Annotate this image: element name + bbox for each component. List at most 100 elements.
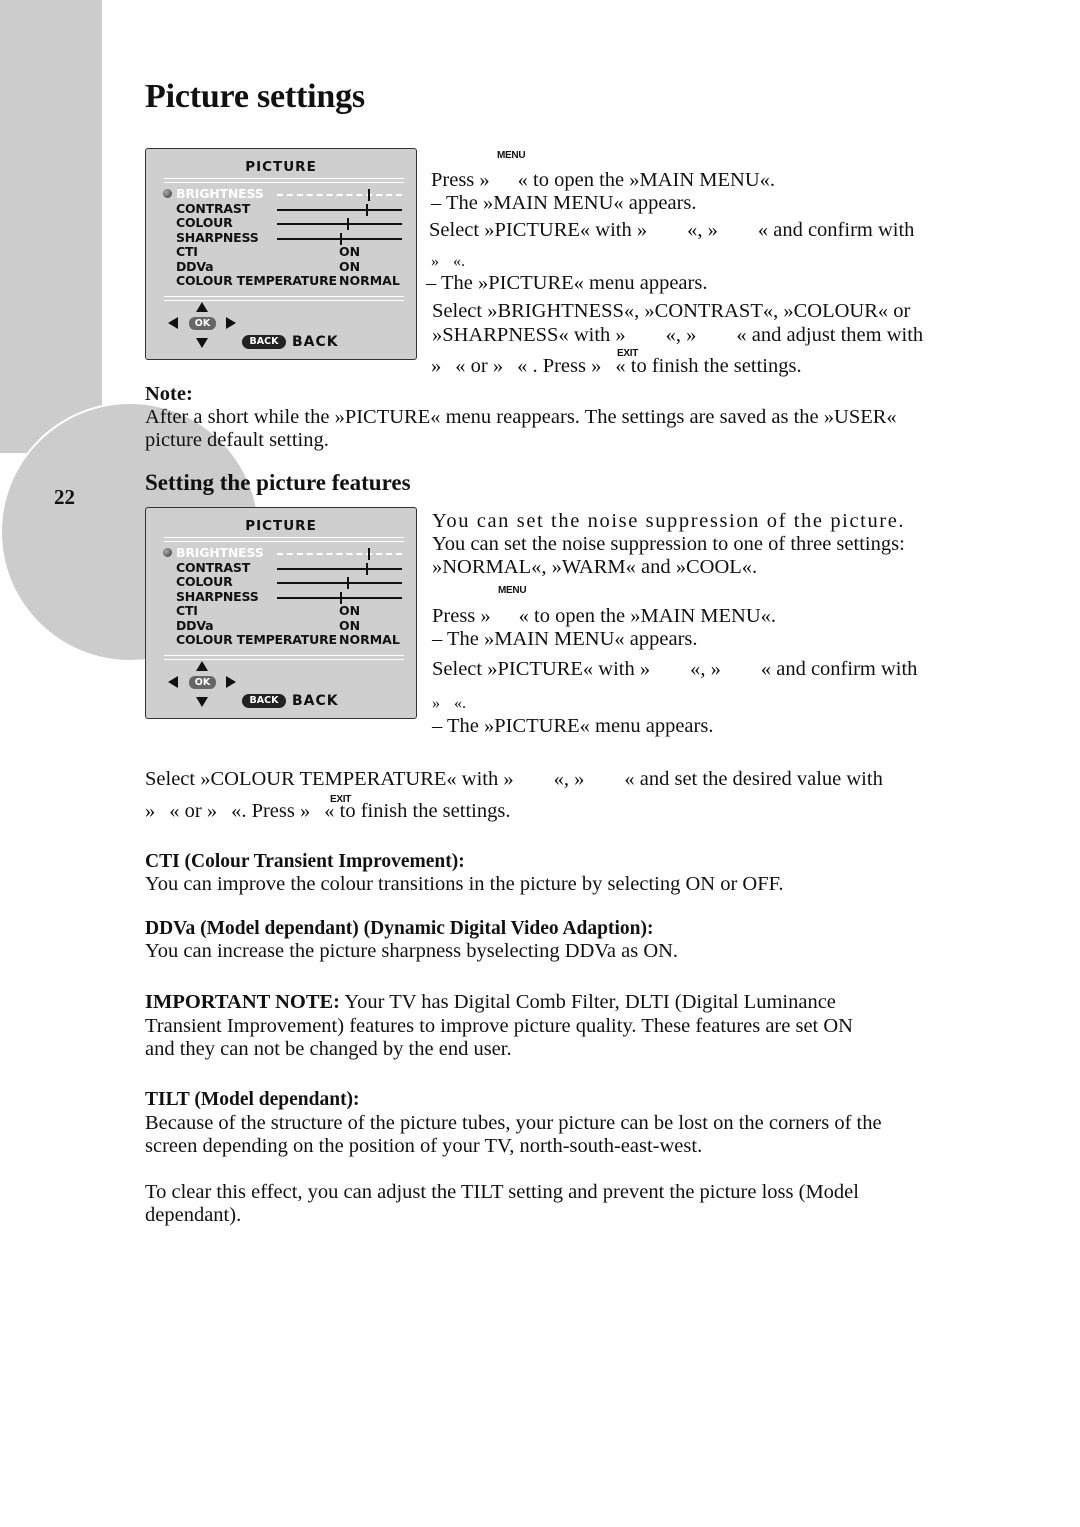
selection-bullet-icon: [163, 548, 172, 557]
arrow-down-icon: [196, 697, 208, 707]
text: «, »: [687, 219, 718, 241]
important-note-line: IMPORTANT NOTE: Your TV has Digital Comb…: [145, 991, 836, 1014]
osd-item-label: SHARPNESS: [176, 588, 259, 604]
osd-slider: [277, 548, 402, 560]
osd-item-label: DDVa: [176, 617, 214, 633]
osd-item-label: COLOUR TEMPERATURE: [176, 632, 337, 647]
cti-heading: CTI (Colour Transient Improvement):: [145, 851, 465, 872]
text: »: [145, 800, 156, 822]
osd-item-value: NORMAL: [339, 273, 400, 288]
text: »: [431, 253, 439, 270]
arrow-down-icon: [196, 338, 208, 348]
osd-slider-knob: [368, 548, 371, 560]
back-label: BACK: [292, 693, 339, 709]
text: « . Press »: [517, 355, 602, 377]
text: »: [431, 355, 442, 377]
tilt-heading: TILT (Model dependant):: [145, 1089, 360, 1110]
important-note-label: IMPORTANT NOTE:: [145, 991, 340, 1013]
osd-slider: [277, 562, 402, 575]
osd-item-value: ON: [339, 603, 361, 618]
osd-slider-knob: [347, 218, 349, 230]
osd-slider-knob: [339, 591, 342, 604]
ok-button-icon: OK: [189, 676, 216, 689]
osd-item-label: BRIGHTNESS: [176, 545, 264, 560]
arrow-right-icon: [226, 317, 236, 329]
osd-item-label: BRIGHTNESS: [176, 186, 264, 201]
text: « to open the »MAIN MENU«.: [518, 605, 777, 627]
text: «.: [454, 695, 466, 712]
instruction-line: Select »BRIGHTNESS«, »CONTRAST«, »COLOUR…: [432, 300, 911, 322]
arrow-up-icon: [196, 302, 208, 312]
osd-slider: [277, 591, 402, 604]
osd-title: PICTURE: [245, 159, 317, 175]
arrow-up-icon: [196, 661, 208, 671]
osd-item-label: COLOUR TEMPERATURE: [176, 273, 337, 288]
text: «. Press »: [231, 800, 311, 822]
text: « and adjust them with: [736, 324, 924, 346]
osd-slider-knob: [368, 189, 371, 201]
text: Select »PICTURE« with »: [429, 219, 648, 241]
osd-item-label: CTI: [176, 603, 198, 618]
text: »SHARPNESS« with »: [432, 324, 626, 346]
instruction-line: » «.: [432, 692, 466, 715]
instruction-line: »SHARPNESS« with » «, » « and adjust them …: [432, 324, 923, 347]
osd-slider-knob: [365, 562, 368, 575]
osd-slider-knob: [339, 232, 342, 245]
back-label: BACK: [292, 334, 339, 350]
text: « and confirm with: [757, 219, 915, 241]
text: Select »COLOUR TEMPERATURE« with »: [145, 768, 514, 790]
osd-item-value: ON: [339, 617, 361, 633]
osd-item-label: CTI: [176, 244, 198, 259]
text: Press »: [431, 169, 490, 191]
text: «, »: [690, 658, 721, 680]
menu-key-label: MENU: [497, 150, 526, 161]
osd-item-label: CONTRAST: [176, 559, 251, 575]
cti-text: You can improve the colour transitions i…: [145, 873, 784, 895]
intro-line: You can set the noise suppression to one…: [432, 533, 905, 555]
instruction-line: Select »PICTURE« with » «, » « and confirm…: [432, 658, 917, 681]
text: « or »: [169, 800, 218, 822]
osd-slider: [277, 218, 402, 230]
osd-divider: [164, 296, 404, 301]
text: « to finish the settings.: [324, 800, 511, 822]
instruction-line: – The »PICTURE« menu appears.: [426, 272, 708, 294]
text: Your TV has Digital Comb Filter, DLTI (D…: [340, 991, 836, 1013]
instruction-line: Select »COLOUR TEMPERATURE« with » «, » « …: [145, 768, 883, 791]
arrow-left-icon: [168, 317, 178, 329]
osd-item-label: SHARPNESS: [176, 229, 259, 245]
osd-item-label: CONTRAST: [176, 200, 251, 216]
osd-item-label: COLOUR: [176, 574, 233, 589]
ddva-text: You can increase the picture sharpness b…: [145, 940, 679, 962]
text: Press »: [432, 605, 491, 627]
text: Select »PICTURE« with »: [432, 658, 651, 680]
instruction-line: Press » « to open the »MAIN MENU«.: [432, 605, 776, 628]
osd-picture-menu: PICTURE OK BACK BACK BRIGHTNESS CONTRAST C…: [145, 507, 417, 719]
menu-key-label: MENU: [498, 585, 527, 596]
tilt-text: Because of the structure of the picture …: [145, 1112, 882, 1134]
osd-item-label: COLOUR: [176, 215, 233, 230]
osd-slider: [277, 232, 402, 245]
important-note-line: and they can not be changed by the end u…: [145, 1038, 512, 1060]
tilt-text: screen depending on the position of your…: [145, 1135, 703, 1157]
osd-divider: [164, 178, 404, 183]
text: « or »: [455, 355, 504, 377]
text: « to open the »MAIN MENU«.: [517, 169, 776, 191]
instruction-line: Press » « to open the »MAIN MENU«.: [431, 169, 775, 192]
tilt-text: dependant).: [145, 1204, 242, 1226]
text: «, »: [553, 768, 585, 790]
important-note-line: Transient Improvement) features to impro…: [145, 1015, 853, 1037]
text: « to finish the settings.: [615, 355, 802, 377]
selection-bullet-icon: [163, 189, 172, 198]
osd-item-value: NORMAL: [339, 632, 400, 647]
osd-slider: [277, 577, 402, 589]
osd-item-label: DDVa: [176, 258, 214, 274]
intro-line: »NORMAL«, »WARM« and »COOL«.: [432, 556, 758, 578]
instruction-line: Select »PICTURE« with » «, » « and confirm…: [429, 219, 914, 242]
note-text: picture default setting.: [145, 429, 329, 451]
instruction-line: – The »MAIN MENU« appears.: [431, 192, 697, 214]
osd-slider: [277, 189, 402, 201]
arrow-right-icon: [226, 676, 236, 688]
osd-slider-knob: [365, 203, 368, 216]
note-heading: Note:: [145, 383, 193, 405]
instruction-line: » « or » «. Press » « to finish the setting…: [145, 800, 510, 823]
